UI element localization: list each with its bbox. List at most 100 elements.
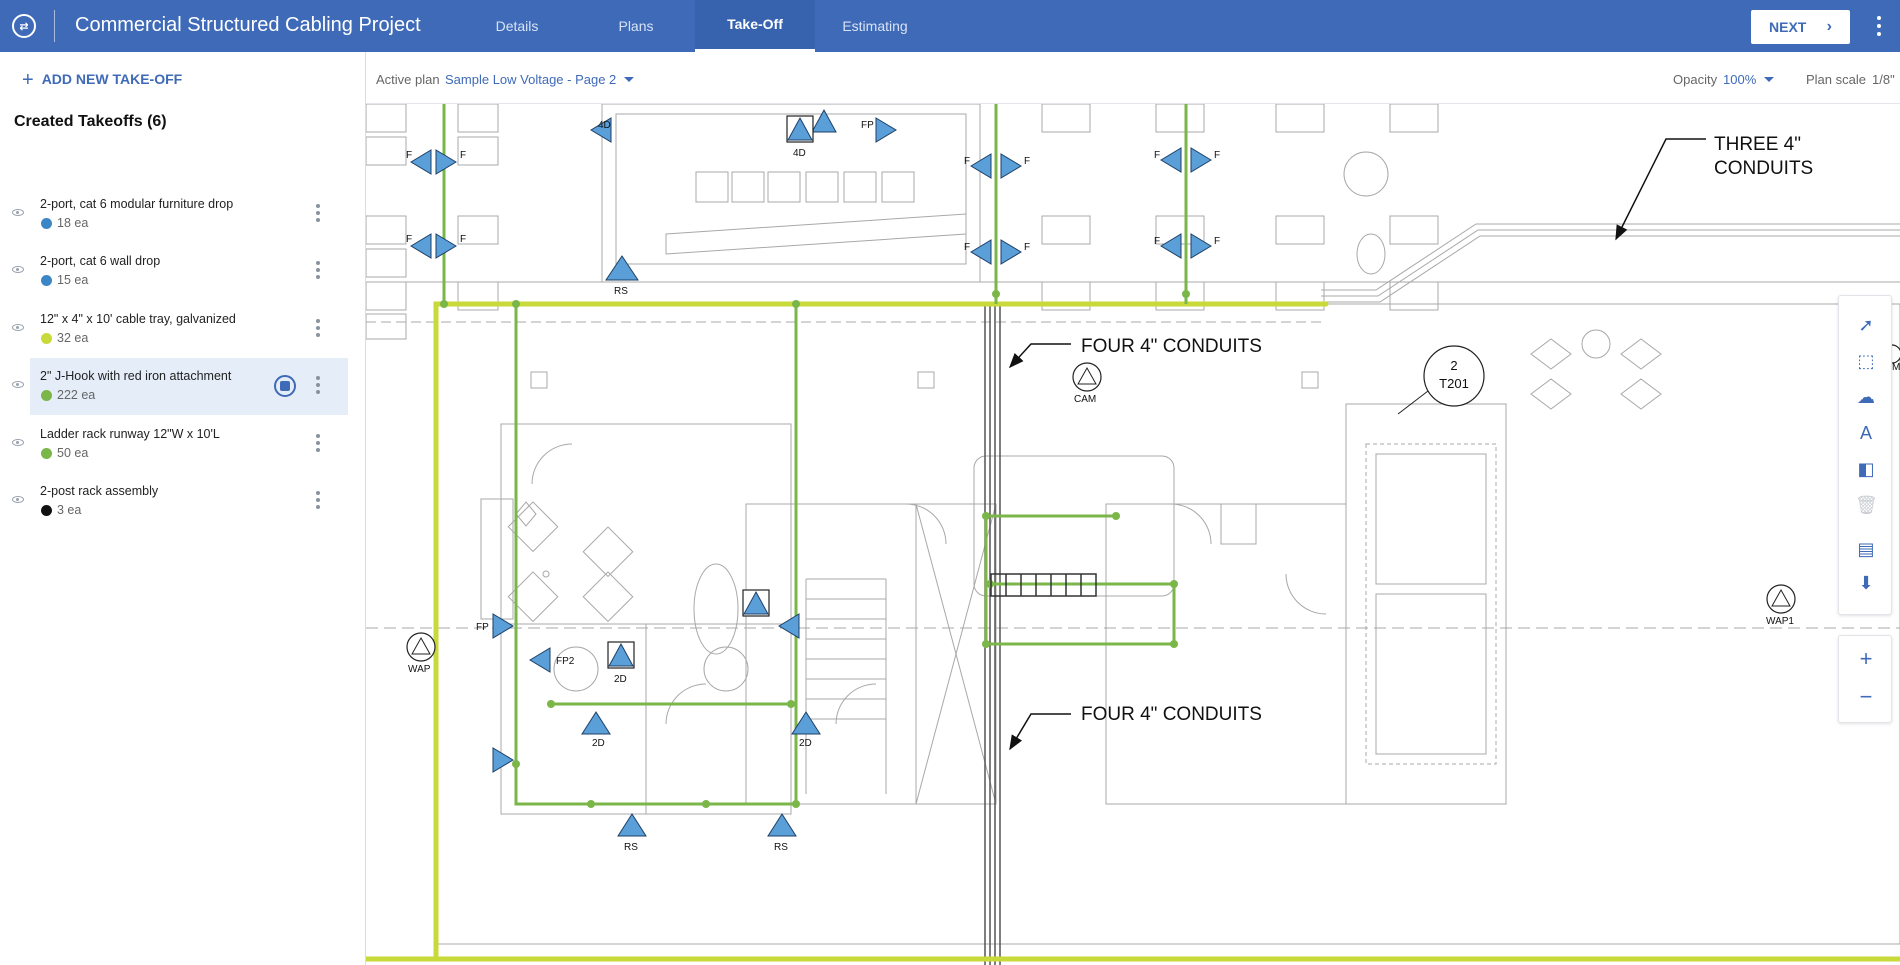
device-label: 4D: [793, 148, 806, 159]
more-vertical-icon[interactable]: [316, 434, 320, 452]
takeoff-color-dot: [41, 448, 52, 459]
top-bar: ⇄ Commercial Structured Cabling Project …: [0, 0, 1900, 52]
visibility-eye-icon[interactable]: [12, 209, 24, 216]
download-icon[interactable]: ⬇: [1855, 572, 1877, 594]
device-label: F: [1024, 156, 1030, 167]
add-new-takeoff-label: ADD NEW TAKE-OFF: [41, 71, 183, 87]
annotation-four-conduits-lower: FOUR 4" CONDUITS: [1081, 704, 1262, 725]
plus-icon: +: [22, 69, 34, 91]
zoom-in-button[interactable]: +: [1855, 648, 1877, 670]
zoom-controls: + −: [1838, 635, 1892, 723]
plan-toolbar: Active plan Sample Low Voltage - Page 2 …: [366, 52, 1900, 104]
device-label: WAP1: [1766, 616, 1794, 627]
notes-icon[interactable]: ▤: [1855, 538, 1877, 560]
tab-plans[interactable]: Plans: [601, 0, 671, 52]
takeoff-name: 2-port, cat 6 modular furniture drop: [40, 197, 234, 211]
takeoff-item[interactable]: 2-post rack assembly 3 ea: [12, 473, 348, 530]
more-vertical-icon[interactable]: [316, 261, 320, 279]
device-label: FP2: [556, 656, 575, 667]
takeoff-item-selected[interactable]: 2" J-Hook with red iron attachment 222 e…: [12, 358, 348, 415]
detail-tag-number: 2: [1450, 358, 1457, 373]
more-vertical-icon[interactable]: [316, 376, 320, 394]
takeoff-item[interactable]: 12" x 4" x 10' cable tray, galvanized 32…: [12, 301, 348, 358]
device-label: F: [460, 150, 466, 161]
visibility-eye-icon[interactable]: [12, 324, 24, 331]
app-logo-icon[interactable]: ⇄: [12, 14, 36, 38]
created-takeoffs-heading: Created Takeoffs (6): [14, 113, 167, 130]
add-new-takeoff-button[interactable]: + ADD NEW TAKE-OFF: [22, 69, 182, 92]
takeoff-qty: 3 ea: [57, 503, 82, 517]
device-label: RS: [774, 842, 788, 853]
tab-details[interactable]: Details: [481, 0, 553, 52]
opacity-value: 100%: [1723, 72, 1757, 87]
visibility-eye-icon[interactable]: [12, 439, 24, 446]
more-vertical-icon[interactable]: [1876, 16, 1882, 36]
takeoff-name: Ladder rack runway 12"W x 10'L: [40, 427, 220, 441]
detail-tag-leader: [1397, 390, 1429, 415]
device-label: F: [406, 150, 412, 161]
more-vertical-icon[interactable]: [316, 491, 320, 509]
takeoff-sidebar: + ADD NEW TAKE-OFF Created Takeoffs (6) 2…: [0, 52, 366, 965]
next-button-label: NEXT: [1769, 19, 1807, 35]
takeoff-item[interactable]: 2-port, cat 6 wall drop 15 ea: [12, 243, 348, 300]
tab-estimating[interactable]: Estimating: [833, 0, 917, 52]
compare-icon[interactable]: ◧: [1855, 458, 1877, 480]
square-device-fill: [608, 116, 813, 667]
takeoff-qty: 18 ea: [57, 216, 89, 230]
device-label: F: [1214, 150, 1220, 161]
pointer-icon[interactable]: ➚: [1855, 314, 1877, 336]
device-label: FP: [476, 622, 489, 633]
visibility-eye-icon[interactable]: [12, 381, 24, 388]
plan-canvas[interactable]: THREE 4" CONDUITS FOUR 4" CONDUITS FOUR …: [366, 104, 1900, 965]
takeoff-name: 2" J-Hook with red iron attachment: [40, 369, 232, 383]
opacity-select[interactable]: 100%: [1723, 72, 1775, 87]
visibility-eye-icon[interactable]: [12, 496, 24, 503]
device-label: F: [1154, 236, 1160, 247]
device-label: F: [460, 234, 466, 245]
device-label: WAP: [408, 664, 431, 675]
takeoff-color-dot: [41, 218, 52, 229]
stop-measuring-icon[interactable]: [274, 375, 296, 397]
zoom-out-button[interactable]: −: [1855, 686, 1877, 708]
text-icon[interactable]: A: [1855, 422, 1877, 444]
device-label: 4D: [598, 120, 611, 131]
project-title: Commercial Structured Cabling Project: [75, 14, 421, 36]
cloud-icon[interactable]: ☁: [1855, 386, 1877, 408]
visibility-eye-icon[interactable]: [12, 266, 24, 273]
device-markers: [410, 108, 1212, 837]
active-plan-value: Sample Low Voltage - Page 2: [445, 72, 617, 87]
takeoff-qty: 15 ea: [57, 273, 89, 287]
takeoff-item[interactable]: 2-port, cat 6 modular furniture drop 18 …: [12, 186, 348, 243]
next-button[interactable]: NEXT ›: [1751, 10, 1850, 44]
plan-tools-panel: ➚ ⬚ ☁ A ◧ 🗑 ▤ ⬇: [1838, 295, 1892, 615]
caret-down-icon: [1764, 77, 1775, 82]
annotation-three-conduits-line1: THREE 4": [1714, 134, 1801, 155]
outlet-circle-markers: [406, 344, 1900, 662]
device-label: 2D: [614, 674, 627, 685]
area-select-icon[interactable]: ⬚: [1855, 350, 1877, 372]
takeoff-color-dot: [41, 505, 52, 516]
floor-plan-drawing[interactable]: THREE 4" CONDUITS FOUR 4" CONDUITS FOUR …: [366, 104, 1900, 965]
device-label: F: [1154, 150, 1160, 161]
takeoff-name: 2-post rack assembly: [40, 484, 159, 498]
detail-tag-sheet: T201: [1439, 376, 1469, 391]
device-label: F: [406, 234, 412, 245]
takeoff-color-dot: [41, 390, 52, 401]
tab-take-off[interactable]: Take-Off: [695, 0, 815, 52]
active-plan-select[interactable]: Sample Low Voltage - Page 2: [445, 72, 635, 87]
more-vertical-icon[interactable]: [316, 204, 320, 222]
trash-icon[interactable]: 🗑: [1855, 494, 1878, 516]
device-label: RS: [614, 286, 628, 297]
device-label: 2D: [799, 738, 812, 749]
takeoff-color-dot: [41, 275, 52, 286]
takeoff-qty: 32 ea: [57, 331, 89, 345]
more-vertical-icon[interactable]: [316, 319, 320, 337]
takeoff-item[interactable]: Ladder rack runway 12"W x 10'L 50 ea: [12, 416, 348, 473]
architectural-lines: [366, 104, 1900, 945]
device-label: RS: [624, 842, 638, 853]
annotation-four-conduits-upper: FOUR 4" CONDUITS: [1081, 336, 1262, 357]
device-label: FP: [861, 120, 874, 131]
header-divider: [54, 10, 55, 42]
opacity-label: Opacity: [1673, 72, 1718, 87]
device-label: CAM: [1074, 394, 1096, 405]
